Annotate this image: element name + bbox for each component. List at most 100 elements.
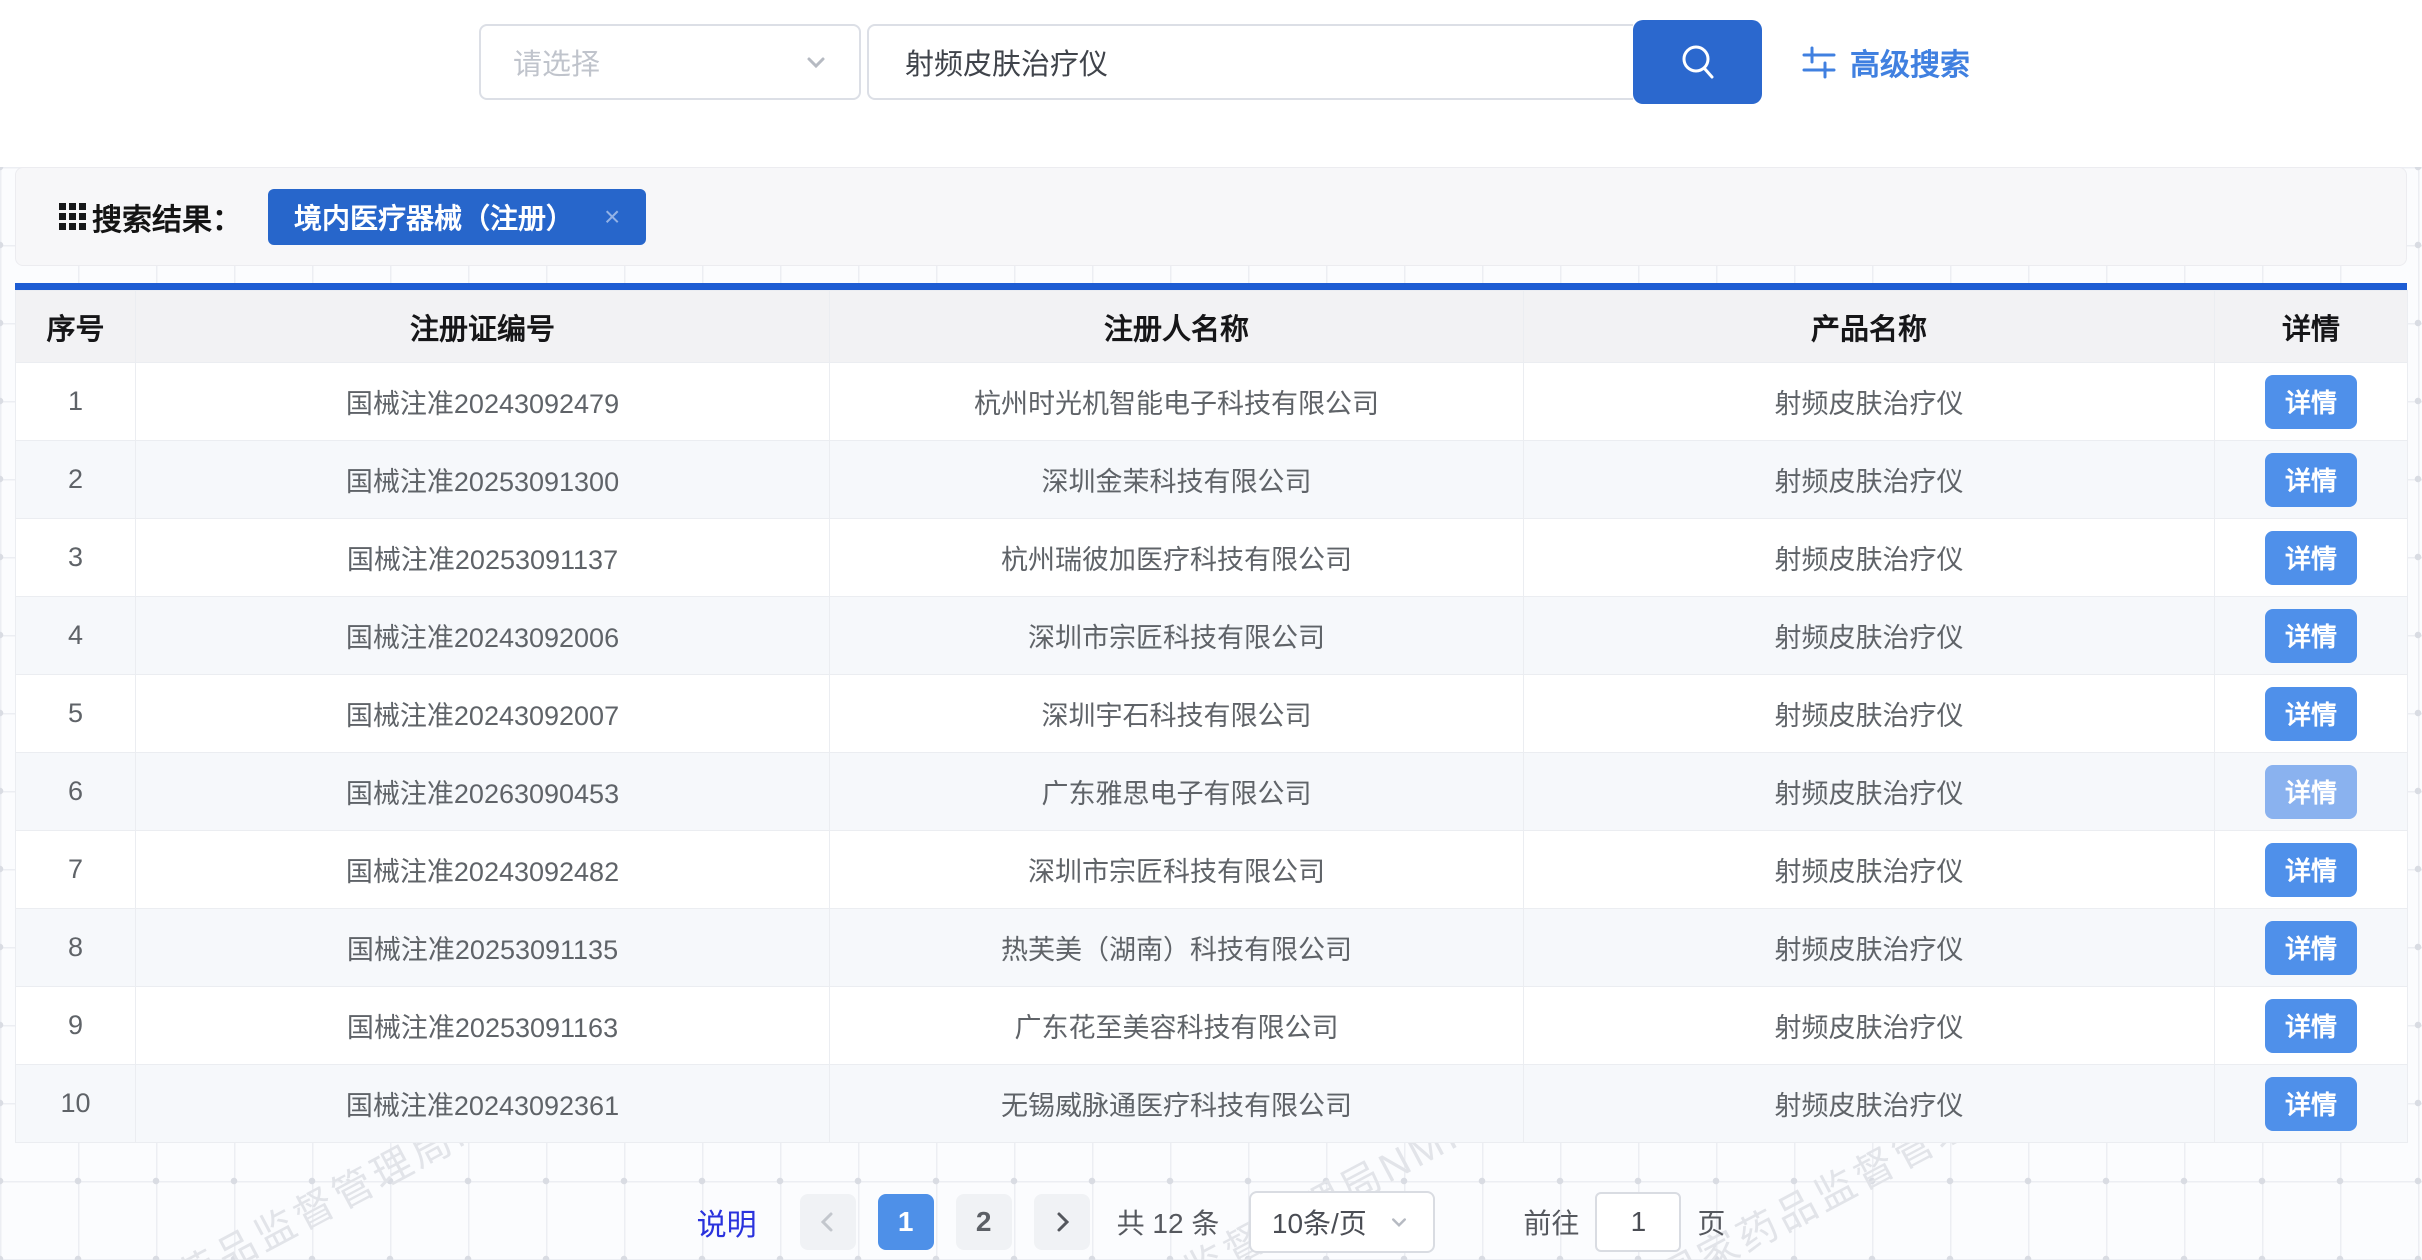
detail-button[interactable]: 详情 (2265, 765, 2357, 819)
search-input[interactable] (867, 24, 1633, 100)
table-row: 5国械注准20243092007深圳宇石科技有限公司射频皮肤治疗仪详情 (16, 675, 2408, 753)
detail-cell: 详情 (2215, 1065, 2408, 1143)
registrant-name-cell: 深圳金茉科技有限公司 (830, 441, 1524, 519)
detail-button[interactable]: 详情 (2265, 609, 2357, 663)
column-header-index: 序号 (16, 291, 136, 363)
registration-number-cell: 国械注准20253091137 (136, 519, 830, 597)
table-row: 2国械注准20253091300深圳金茉科技有限公司射频皮肤治疗仪详情 (16, 441, 2408, 519)
note-link[interactable]: 说明 (697, 1200, 757, 1244)
row-index-cell: 6 (16, 753, 136, 831)
table-body: 1国械注准20243092479杭州时光机智能电子科技有限公司射频皮肤治疗仪详情… (16, 363, 2408, 1143)
detail-cell: 详情 (2215, 987, 2408, 1065)
table-row: 1国械注准20243092479杭州时光机智能电子科技有限公司射频皮肤治疗仪详情 (16, 363, 2408, 441)
goto-page-input[interactable] (1595, 1192, 1681, 1252)
column-header-product: 产品名称 (1524, 291, 2215, 363)
search-toolbar: 请选择 高级搜索 (0, 0, 2422, 167)
product-name-cell: 射频皮肤治疗仪 (1524, 753, 2215, 831)
row-index-cell: 1 (16, 363, 136, 441)
row-index-cell: 3 (16, 519, 136, 597)
registration-number-cell: 国械注准20243092007 (136, 675, 830, 753)
row-index-cell: 5 (16, 675, 136, 753)
next-page-button[interactable] (1034, 1194, 1090, 1250)
chevron-left-icon (813, 1207, 843, 1237)
detail-button[interactable]: 详情 (2265, 375, 2357, 429)
results-label: 搜索结果： (92, 195, 242, 239)
detail-button[interactable]: 详情 (2265, 921, 2357, 975)
table-row: 10国械注准20243092361无锡威脉通医疗科技有限公司射频皮肤治疗仪详情 (16, 1065, 2408, 1143)
detail-cell: 详情 (2215, 753, 2408, 831)
detail-cell: 详情 (2215, 909, 2408, 987)
row-index-cell: 8 (16, 909, 136, 987)
row-index-cell: 10 (16, 1065, 136, 1143)
registrant-name-cell: 杭州时光机智能电子科技有限公司 (830, 363, 1524, 441)
select-placeholder: 请选择 (513, 41, 799, 83)
registrant-name-cell: 热芙美（湖南）科技有限公司 (830, 909, 1524, 987)
product-name-cell: 射频皮肤治疗仪 (1524, 441, 2215, 519)
filter-tag[interactable]: 境内医疗器械（注册） × (268, 189, 646, 245)
grid-icon (59, 203, 86, 230)
registration-number-cell: 国械注准20243092361 (136, 1065, 830, 1143)
registration-number-cell: 国械注准20253091163 (136, 987, 830, 1065)
prev-page-button[interactable] (800, 1194, 856, 1250)
column-header-registrant: 注册人名称 (830, 291, 1524, 363)
registrant-name-cell: 广东花至美容科技有限公司 (830, 987, 1524, 1065)
detail-button[interactable]: 详情 (2265, 1077, 2357, 1131)
registration-number-cell: 国械注准20243092479 (136, 363, 830, 441)
detail-cell: 详情 (2215, 441, 2408, 519)
registration-number-cell: 国械注准20263090453 (136, 753, 830, 831)
product-name-cell: 射频皮肤治疗仪 (1524, 987, 2215, 1065)
column-header-regno: 注册证编号 (136, 291, 830, 363)
row-index-cell: 7 (16, 831, 136, 909)
registrant-name-cell: 广东雅思电子有限公司 (830, 753, 1524, 831)
registration-number-cell: 国械注准20243092006 (136, 597, 830, 675)
product-name-cell: 射频皮肤治疗仪 (1524, 363, 2215, 441)
table-row: 7国械注准20243092482深圳市宗匠科技有限公司射频皮肤治疗仪详情 (16, 831, 2408, 909)
table-top-accent (15, 283, 2407, 290)
row-index-cell: 4 (16, 597, 136, 675)
column-header-detail: 详情 (2215, 291, 2408, 363)
detail-cell: 详情 (2215, 831, 2408, 909)
detail-cell: 详情 (2215, 519, 2408, 597)
detail-button[interactable]: 详情 (2265, 843, 2357, 897)
table-row: 6国械注准20263090453广东雅思电子有限公司射频皮肤治疗仪详情 (16, 753, 2408, 831)
table-row: 4国械注准20243092006深圳市宗匠科技有限公司射频皮肤治疗仪详情 (16, 597, 2408, 675)
results-table: 序号 注册证编号 注册人名称 产品名称 详情 1国械注准20243092479杭… (15, 290, 2408, 1143)
table-row: 9国械注准20253091163广东花至美容科技有限公司射频皮肤治疗仪详情 (16, 987, 2408, 1065)
product-name-cell: 射频皮肤治疗仪 (1524, 519, 2215, 597)
product-name-cell: 射频皮肤治疗仪 (1524, 831, 2215, 909)
registrant-name-cell: 深圳市宗匠科技有限公司 (830, 831, 1524, 909)
page-button-2[interactable]: 2 (956, 1194, 1012, 1250)
page-size-select[interactable]: 10条/页 (1249, 1191, 1435, 1253)
pagination-bar: 说明 1 2 共 12 条 10条/页 前往 页 (0, 1190, 2422, 1254)
search-icon (1675, 39, 1721, 85)
table-row: 8国械注准20253091135热芙美（湖南）科技有限公司射频皮肤治疗仪详情 (16, 909, 2408, 987)
row-index-cell: 2 (16, 441, 136, 519)
table-header-row: 序号 注册证编号 注册人名称 产品名称 详情 (16, 291, 2408, 363)
page-size-value: 10条/页 (1272, 1202, 1367, 1242)
registrant-name-cell: 深圳宇石科技有限公司 (830, 675, 1524, 753)
detail-cell: 详情 (2215, 597, 2408, 675)
detail-button[interactable]: 详情 (2265, 687, 2357, 741)
product-name-cell: 射频皮肤治疗仪 (1524, 909, 2215, 987)
goto-page-group: 前往 页 (1523, 1192, 1725, 1252)
chevron-down-icon (1385, 1208, 1413, 1236)
page-button-1[interactable]: 1 (878, 1194, 934, 1250)
registrant-name-cell: 深圳市宗匠科技有限公司 (830, 597, 1524, 675)
product-name-cell: 射频皮肤治疗仪 (1524, 675, 2215, 753)
detail-button[interactable]: 详情 (2265, 999, 2357, 1053)
advanced-search-link[interactable]: 高级搜索 (1800, 20, 1970, 104)
detail-cell: 详情 (2215, 363, 2408, 441)
search-button[interactable] (1633, 20, 1762, 104)
detail-button[interactable]: 详情 (2265, 453, 2357, 507)
registration-number-cell: 国械注准20243092482 (136, 831, 830, 909)
detail-cell: 详情 (2215, 675, 2408, 753)
goto-suffix: 页 (1697, 1202, 1725, 1242)
close-icon[interactable]: × (604, 201, 620, 233)
goto-label: 前往 (1523, 1202, 1579, 1242)
total-count: 共 12 条 (1117, 1202, 1220, 1242)
registration-number-cell: 国械注准20253091300 (136, 441, 830, 519)
category-select[interactable]: 请选择 (479, 24, 861, 100)
detail-button[interactable]: 详情 (2265, 531, 2357, 585)
chevron-down-icon (799, 45, 833, 79)
results-bar: 搜索结果： 境内医疗器械（注册） × (15, 167, 2407, 266)
